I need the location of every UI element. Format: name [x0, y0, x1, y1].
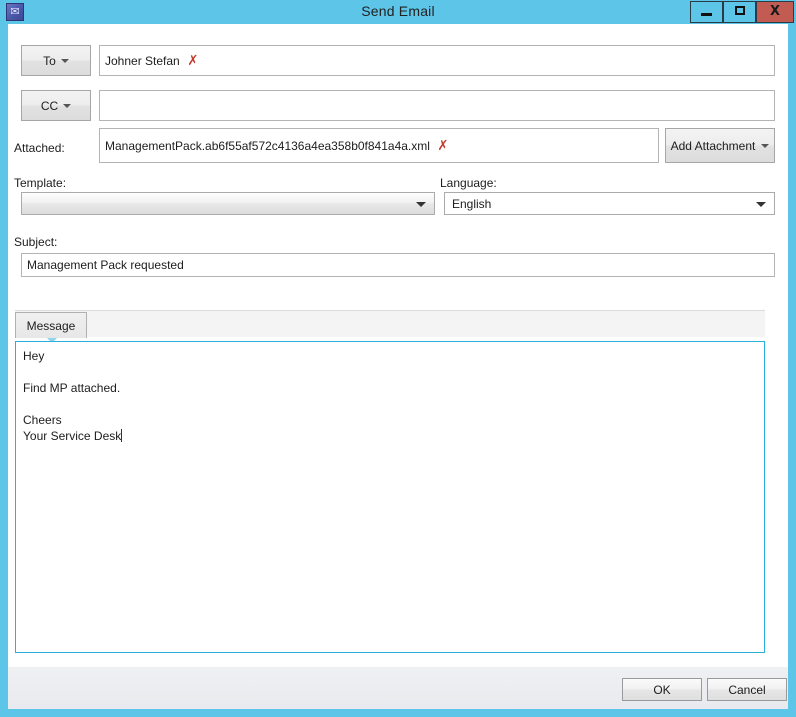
- chevron-down-icon: [416, 201, 426, 207]
- text-cursor: [121, 429, 123, 442]
- attachment-filename: ManagementPack.ab6f55af572c4136a4ea358b0…: [105, 138, 430, 153]
- template-dropdown[interactable]: [21, 192, 435, 215]
- language-value: English: [452, 196, 492, 211]
- minimize-icon: [701, 13, 712, 16]
- tab-message[interactable]: Message: [15, 312, 87, 338]
- language-label: Language:: [440, 176, 497, 190]
- chevron-down-icon: [60, 58, 69, 63]
- language-dropdown[interactable]: English: [444, 192, 775, 215]
- to-button-label: To: [43, 53, 56, 68]
- title-bar[interactable]: ✉ Send Email X: [0, 0, 796, 24]
- template-label: Template:: [14, 176, 67, 190]
- cancel-button[interactable]: Cancel: [707, 678, 787, 701]
- minimize-button[interactable]: [690, 1, 723, 23]
- ok-button[interactable]: OK: [622, 678, 702, 701]
- cc-button-label: CC: [40, 98, 59, 113]
- subject-value: Management Pack requested: [27, 258, 184, 272]
- message-body-textarea[interactable]: Hey Find MP attached. Cheers Your Servic…: [15, 341, 765, 653]
- maximize-button[interactable]: [723, 1, 756, 23]
- subject-label: Subject:: [14, 235, 58, 249]
- remove-attachment-icon[interactable]: ✗: [437, 139, 448, 153]
- subject-field[interactable]: Management Pack requested: [21, 253, 775, 277]
- to-picker-button[interactable]: To: [21, 45, 91, 76]
- chevron-down-icon: [761, 143, 770, 148]
- cc-picker-button[interactable]: CC: [21, 90, 91, 121]
- remove-recipient-icon[interactable]: ✗: [187, 54, 198, 68]
- attachment-field[interactable]: ManagementPack.ab6f55af572c4136a4ea358b0…: [99, 128, 659, 163]
- dialog-footer: OK Cancel: [8, 666, 788, 709]
- to-recipient-value: Johner Stefan: [105, 53, 180, 68]
- close-button[interactable]: X: [756, 1, 794, 23]
- attached-label: Attached:: [14, 141, 65, 155]
- add-attachment-label: Add Attachment: [670, 138, 756, 153]
- to-field[interactable]: Johner Stefan ✗: [99, 45, 775, 76]
- send-email-window: ✉ Send Email X To Johner Stefan ✗ CC Att…: [0, 0, 796, 717]
- tab-strip: Message: [15, 310, 765, 338]
- tab-message-label: Message: [26, 318, 76, 333]
- chevron-down-icon: [756, 201, 766, 207]
- maximize-icon: [734, 6, 745, 15]
- cc-field[interactable]: [99, 90, 775, 121]
- message-body-text: Hey Find MP attached. Cheers Your Servic…: [23, 349, 122, 443]
- add-attachment-button[interactable]: Add Attachment: [665, 128, 775, 163]
- chevron-down-icon: [63, 103, 72, 108]
- window-title: Send Email: [361, 3, 435, 19]
